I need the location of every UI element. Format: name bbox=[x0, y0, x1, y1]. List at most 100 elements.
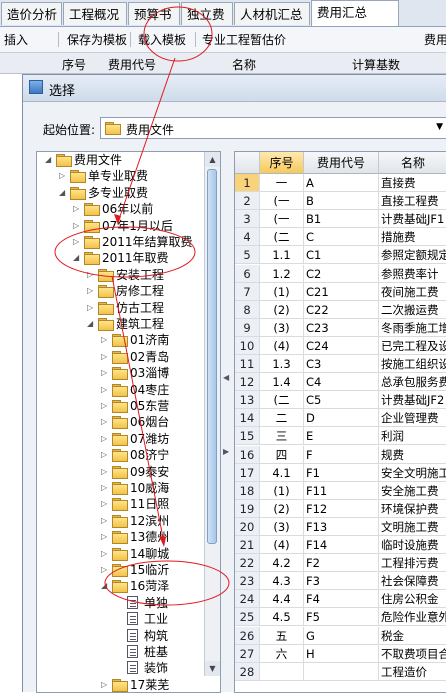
name-cell[interactable]: 企业管理费 bbox=[379, 409, 446, 428]
name-cell[interactable]: 工程排污费 bbox=[379, 554, 446, 573]
insert-button[interactable]: 插入 bbox=[4, 31, 28, 48]
expand-icon[interactable]: ▷ bbox=[101, 513, 107, 529]
table-row[interactable]: 13 (二 C5 计费基础JF2 bbox=[235, 391, 446, 410]
code-cell[interactable]: C bbox=[304, 228, 379, 247]
table-row[interactable]: 15 三 E 利润 bbox=[235, 427, 446, 446]
folder-tree[interactable]: ▷市政工程▷17莱芜装饰桩基构筑工业单独◢16菏泽▷15临沂▷14聊城▷13德州… bbox=[36, 151, 221, 693]
scroll-up-icon[interactable]: ▲ bbox=[205, 152, 220, 167]
code-cell[interactable]: E bbox=[304, 427, 379, 446]
seq-cell[interactable]: (二 bbox=[260, 228, 304, 247]
splitter-left-arrow-icon[interactable]: ◀ bbox=[223, 373, 229, 382]
expand-icon[interactable]: ▷ bbox=[101, 349, 107, 365]
expand-icon[interactable]: ▷ bbox=[73, 201, 79, 217]
expand-icon[interactable]: ▷ bbox=[73, 218, 79, 234]
table-row[interactable]: 26 五 G 税金 bbox=[235, 626, 446, 645]
name-cell[interactable]: 住房公积金 bbox=[379, 590, 446, 609]
provisional-price-button[interactable]: 专业工程暂估价 bbox=[202, 31, 286, 48]
name-cell[interactable]: 文明施工费 bbox=[379, 518, 446, 536]
code-cell[interactable]: C3 bbox=[304, 355, 379, 374]
tab-labor-material-summary[interactable]: 人材机汇总 bbox=[234, 2, 310, 25]
table-row[interactable]: 9 (3) C23 冬雨季施工增 bbox=[235, 318, 446, 337]
code-cell[interactable]: H bbox=[304, 644, 379, 663]
table-row[interactable]: 11 1.3 C3 按施工组织设 bbox=[235, 355, 446, 374]
code-cell[interactable]: F14 bbox=[304, 536, 379, 555]
table-row[interactable]: 20 (3) F13 文明施工费 bbox=[235, 517, 446, 536]
seq-cell[interactable]: 二 bbox=[260, 409, 304, 428]
seq-cell[interactable]: 四 bbox=[260, 445, 304, 464]
code-cell[interactable]: F5 bbox=[304, 608, 379, 627]
name-cell[interactable]: 参照费率计 bbox=[379, 265, 446, 283]
seq-cell[interactable]: 一 bbox=[260, 174, 304, 193]
seq-cell[interactable]: 三 bbox=[260, 427, 304, 446]
tab-independent-fee[interactable]: 独立费 bbox=[181, 2, 233, 25]
expand-icon[interactable]: ▷ bbox=[101, 496, 107, 512]
tab-project-overview[interactable]: 工程概况 bbox=[63, 2, 127, 25]
seq-cell[interactable]: (二 bbox=[260, 391, 304, 410]
collapse-icon[interactable]: ◢ bbox=[59, 185, 65, 201]
seq-cell[interactable]: (2) bbox=[260, 499, 304, 518]
seq-cell[interactable]: (4) bbox=[260, 336, 304, 355]
seq-cell[interactable]: (1) bbox=[260, 282, 304, 301]
name-cell[interactable]: 参照定额规定 bbox=[379, 246, 446, 265]
grid-header-seq[interactable]: 序号 bbox=[260, 152, 304, 174]
seq-cell[interactable]: 4.1 bbox=[260, 463, 304, 482]
table-row[interactable]: 25 4.5 F5 危险作业意外 bbox=[235, 608, 446, 627]
code-cell[interactable]: B bbox=[304, 192, 379, 211]
name-cell[interactable]: 社会保障费 bbox=[379, 572, 446, 591]
name-cell[interactable]: 冬雨季施工增 bbox=[379, 319, 446, 337]
code-cell[interactable]: C1 bbox=[304, 246, 379, 265]
collapse-icon[interactable]: ◢ bbox=[73, 250, 79, 266]
code-cell[interactable]: G bbox=[304, 626, 379, 645]
seq-cell[interactable]: (3) bbox=[260, 517, 304, 536]
tab-cost-analysis[interactable]: 造价分析 bbox=[1, 2, 62, 25]
table-row[interactable]: 1 一 A 直接费 bbox=[235, 174, 446, 193]
code-cell[interactable]: F3 bbox=[304, 572, 379, 591]
tree-vertical-scrollbar[interactable]: ▲ ▼ bbox=[204, 152, 220, 676]
collapse-icon[interactable]: ◢ bbox=[101, 578, 107, 594]
splitter[interactable]: ◀ ▶ bbox=[222, 151, 232, 693]
start-location-select[interactable]: 费用文件 ▼ bbox=[100, 117, 446, 139]
seq-cell[interactable]: 4.4 bbox=[260, 590, 304, 609]
scroll-down-icon[interactable]: ▼ bbox=[205, 661, 220, 676]
table-row[interactable]: 17 4.1 F1 安全文明施工 bbox=[235, 463, 446, 482]
table-row[interactable]: 5 1.1 C1 参照定额规定 bbox=[235, 246, 446, 265]
table-row[interactable]: 8 (2) C22 二次搬运费 bbox=[235, 300, 446, 319]
table-row[interactable]: 28 工程造价 bbox=[235, 662, 446, 681]
table-row[interactable]: 22 4.2 F2 工程排污费 bbox=[235, 554, 446, 573]
seq-cell[interactable]: 4.3 bbox=[260, 572, 304, 591]
code-cell[interactable]: F bbox=[304, 445, 379, 464]
seq-cell[interactable]: 五 bbox=[260, 626, 304, 645]
name-cell[interactable]: 计费基础JF2 bbox=[379, 391, 446, 410]
code-cell[interactable] bbox=[304, 662, 379, 681]
seq-cell[interactable]: 1.1 bbox=[260, 246, 304, 265]
name-cell[interactable]: 安全文明施工 bbox=[379, 464, 446, 482]
grid-header-name[interactable]: 名称 bbox=[379, 152, 446, 174]
expand-icon[interactable]: ▷ bbox=[101, 546, 107, 562]
code-cell[interactable]: F4 bbox=[304, 590, 379, 609]
code-cell[interactable]: F2 bbox=[304, 554, 379, 573]
expand-icon[interactable]: ▷ bbox=[87, 283, 93, 299]
load-template-button[interactable]: 载入模板 bbox=[138, 31, 186, 48]
seq-cell[interactable]: 4.2 bbox=[260, 554, 304, 573]
expand-icon[interactable]: ▷ bbox=[59, 168, 65, 184]
chevron-down-icon[interactable]: ▼ bbox=[436, 122, 443, 132]
table-row[interactable]: 21 (4) F14 临时设施费 bbox=[235, 536, 446, 555]
tab-budget[interactable]: 预算书 bbox=[128, 2, 180, 25]
name-cell[interactable]: 直接费 bbox=[379, 174, 446, 193]
seq-cell[interactable]: (一 bbox=[260, 210, 304, 229]
table-row[interactable]: 4 (二 C 措施费 bbox=[235, 228, 446, 247]
table-row[interactable]: 6 1.2 C2 参照费率计 bbox=[235, 264, 446, 283]
tab-fee-summary[interactable]: 费用汇总 bbox=[311, 0, 399, 26]
grid-header-code[interactable]: 费用代号 bbox=[304, 152, 379, 174]
expand-icon[interactable]: ▷ bbox=[101, 562, 107, 578]
table-row[interactable]: 16 四 F 规费 bbox=[235, 445, 446, 464]
name-cell[interactable]: 利润 bbox=[379, 427, 446, 446]
splitter-right-arrow-icon[interactable]: ▶ bbox=[223, 447, 229, 456]
name-cell[interactable]: 临时设施费 bbox=[379, 536, 446, 555]
seq-cell[interactable]: (3) bbox=[260, 318, 304, 337]
code-cell[interactable]: F13 bbox=[304, 517, 379, 536]
name-cell[interactable]: 危险作业意外 bbox=[379, 608, 446, 627]
seq-cell[interactable]: (一 bbox=[260, 192, 304, 211]
expand-icon[interactable]: ▷ bbox=[101, 365, 107, 381]
expand-icon[interactable]: ▷ bbox=[87, 267, 93, 283]
